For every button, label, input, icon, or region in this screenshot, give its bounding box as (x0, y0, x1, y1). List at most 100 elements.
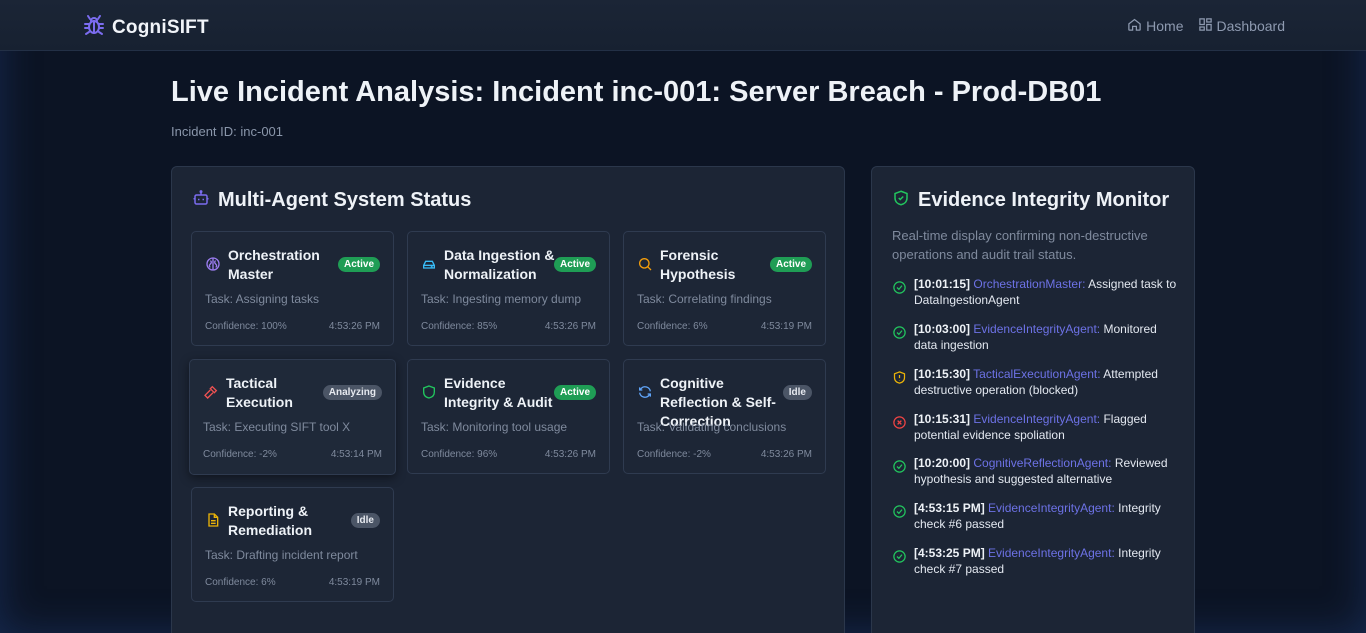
agent-timestamp: 4:53:19 PM (328, 577, 380, 588)
database-icon (421, 256, 437, 272)
agent-timestamp: 4:53:26 PM (328, 321, 380, 332)
log-agent: EvidenceIntegrityAgent: (988, 501, 1115, 515)
log-text: [4:53:15 PM] EvidenceIntegrityAgent: Int… (914, 500, 1182, 532)
file-icon (205, 512, 221, 528)
agent-confidence: Confidence: -2% (637, 449, 711, 460)
agent-confidence: Confidence: 96% (421, 449, 498, 460)
agent-timestamp: 4:53:26 PM (760, 449, 812, 460)
agent-task: Task: Assigning tasks (205, 292, 320, 306)
agent-task: Task: Validating conclusions (637, 420, 787, 434)
agent-card-orchestration[interactable]: Orchestration Master Active Task: Assign… (191, 231, 394, 346)
status-badge: Analyzing (322, 385, 382, 400)
top-nav: Home Dashboard (1127, 17, 1285, 35)
log-time: [10:01:15] (914, 277, 971, 291)
status-badge: Active (553, 257, 596, 272)
log-entry: [4:53:25 PM] EvidenceIntegrityAgent: Int… (892, 545, 1182, 581)
shield-icon (421, 384, 437, 400)
agent-timestamp: 4:53:26 PM (544, 321, 596, 332)
agent-timestamp: 4:53:19 PM (760, 321, 812, 332)
agent-panel-header: Multi-Agent System Status (192, 189, 471, 212)
agent-card-data-ingestion[interactable]: Data Ingestion & Normalization Active Ta… (407, 231, 610, 346)
log-time: [10:20:00] (914, 456, 971, 470)
log-time: [4:53:15 PM] (914, 501, 985, 515)
status-badge: Active (553, 385, 596, 400)
log-agent: EvidenceIntegrityAgent: (988, 546, 1115, 560)
log-time: [4:53:25 PM] (914, 546, 985, 560)
log-entry: [10:20:00] CognitiveReflectionAgent: Rev… (892, 455, 1182, 491)
agent-confidence: Confidence: 6% (637, 321, 708, 332)
incident-id: Incident ID: inc-001 (171, 124, 284, 139)
agent-task: Task: Ingesting memory dump (421, 292, 582, 306)
check-circle-icon (892, 504, 907, 519)
page-title: Live Incident Analysis: Incident inc-001… (171, 76, 1102, 108)
log-text: [10:15:30] TacticalExecutionAgent: Attem… (914, 366, 1182, 398)
bug-logo-icon (82, 13, 106, 42)
log-text: [4:53:25 PM] EvidenceIntegrityAgent: Int… (914, 545, 1182, 577)
agent-name: Reporting & Remediation (228, 503, 313, 538)
agent-panel-title: Multi-Agent System Status (218, 189, 472, 211)
agent-task: Task: Monitoring tool usage (421, 420, 568, 434)
agent-name: Data Ingestion & Normalization (444, 247, 555, 282)
bot-icon (192, 189, 210, 212)
log-agent: CognitiveReflectionAgent: (973, 456, 1112, 470)
home-icon (1127, 17, 1142, 35)
status-badge: Active (337, 257, 380, 272)
shield-check-icon (892, 189, 910, 212)
log-entry: [4:53:15 PM] EvidenceIntegrityAgent: Int… (892, 500, 1182, 536)
agent-card-cognitive-reflection[interactable]: Cognitive Reflection & Self-Correction I… (623, 359, 826, 474)
brand[interactable]: CogniSIFT (82, 13, 209, 42)
brand-name: CogniSIFT (112, 16, 209, 38)
log-agent: TacticalExecutionAgent: (973, 367, 1101, 381)
check-circle-icon (892, 549, 907, 564)
agent-task: Task: Correlating findings (637, 292, 772, 306)
agent-card-forensic-hypothesis[interactable]: Forensic Hypothesis Active Task: Correla… (623, 231, 826, 346)
top-navbar: CogniSIFT Home Dashboard (0, 0, 1366, 51)
status-badge: Idle (782, 385, 812, 400)
agent-card-evidence-integrity[interactable]: Evidence Integrity & Audit Active Task: … (407, 359, 610, 474)
agent-name: Forensic Hypothesis (660, 247, 736, 282)
log-agent: EvidenceIntegrityAgent: (973, 412, 1101, 426)
error-circle-icon (892, 415, 907, 430)
hammer-icon (203, 384, 219, 400)
monitor-description: Real-time display confirming non-destruc… (892, 228, 1148, 262)
status-badge: Active (769, 257, 812, 272)
agent-timestamp: 4:53:14 PM (330, 449, 382, 460)
agent-task: Task: Drafting incident report (205, 548, 358, 562)
monitor-panel-title: Evidence Integrity Monitor (918, 189, 1170, 211)
log-entry: [10:15:31] EvidenceIntegrityAgent: Flagg… (892, 411, 1182, 447)
nav-home[interactable]: Home (1127, 17, 1184, 35)
status-badge: Idle (350, 513, 380, 528)
log-agent: OrchestrationMaster: (973, 277, 1086, 291)
log-text: [10:20:00] CognitiveReflectionAgent: Rev… (914, 455, 1182, 487)
log-text: [10:01:15] OrchestrationMaster: Assigned… (914, 276, 1182, 308)
check-circle-icon (892, 280, 907, 295)
agent-confidence: Confidence: 6% (205, 577, 276, 588)
log-text: [10:03:00] EvidenceIntegrityAgent: Monit… (914, 321, 1182, 353)
log-entry: [10:15:30] TacticalExecutionAgent: Attem… (892, 366, 1182, 402)
agent-name: Orchestration Master (228, 247, 320, 282)
agent-timestamp: 4:53:26 PM (544, 449, 596, 460)
log-time: [10:15:30] (914, 367, 971, 381)
log-agent: EvidenceIntegrityAgent: (973, 322, 1101, 336)
agent-confidence: Confidence: -2% (203, 449, 277, 460)
warning-shield-icon (892, 370, 907, 385)
brain-icon (205, 256, 221, 272)
dashboard-icon (1198, 17, 1213, 35)
agent-confidence: Confidence: 85% (421, 321, 498, 332)
agent-status-panel: Multi-Agent System Status Orchestration … (171, 166, 845, 633)
check-circle-icon (892, 325, 907, 340)
agent-card-tactical-execution[interactable]: Tactical Execution Analyzing Task: Execu… (189, 359, 396, 475)
log-text: [10:15:31] EvidenceIntegrityAgent: Flagg… (914, 411, 1182, 443)
evidence-monitor-panel: Evidence Integrity Monitor Real-time dis… (871, 166, 1195, 633)
search-icon (637, 256, 653, 272)
agent-card-reporting[interactable]: Reporting & Remediation Idle Task: Draft… (191, 487, 394, 602)
log-entry: [10:03:00] EvidenceIntegrityAgent: Monit… (892, 321, 1182, 357)
check-circle-icon (892, 459, 907, 474)
monitor-panel-header: Evidence Integrity Monitor (892, 189, 1169, 212)
nav-dashboard-label: Dashboard (1216, 18, 1286, 34)
nav-dashboard[interactable]: Dashboard (1198, 17, 1286, 35)
log-entry: [10:01:15] OrchestrationMaster: Assigned… (892, 276, 1182, 312)
log-time: [10:15:31] (914, 412, 971, 426)
agent-name: Evidence Integrity & Audit (444, 375, 553, 410)
agent-name: Tactical Execution (226, 375, 293, 410)
